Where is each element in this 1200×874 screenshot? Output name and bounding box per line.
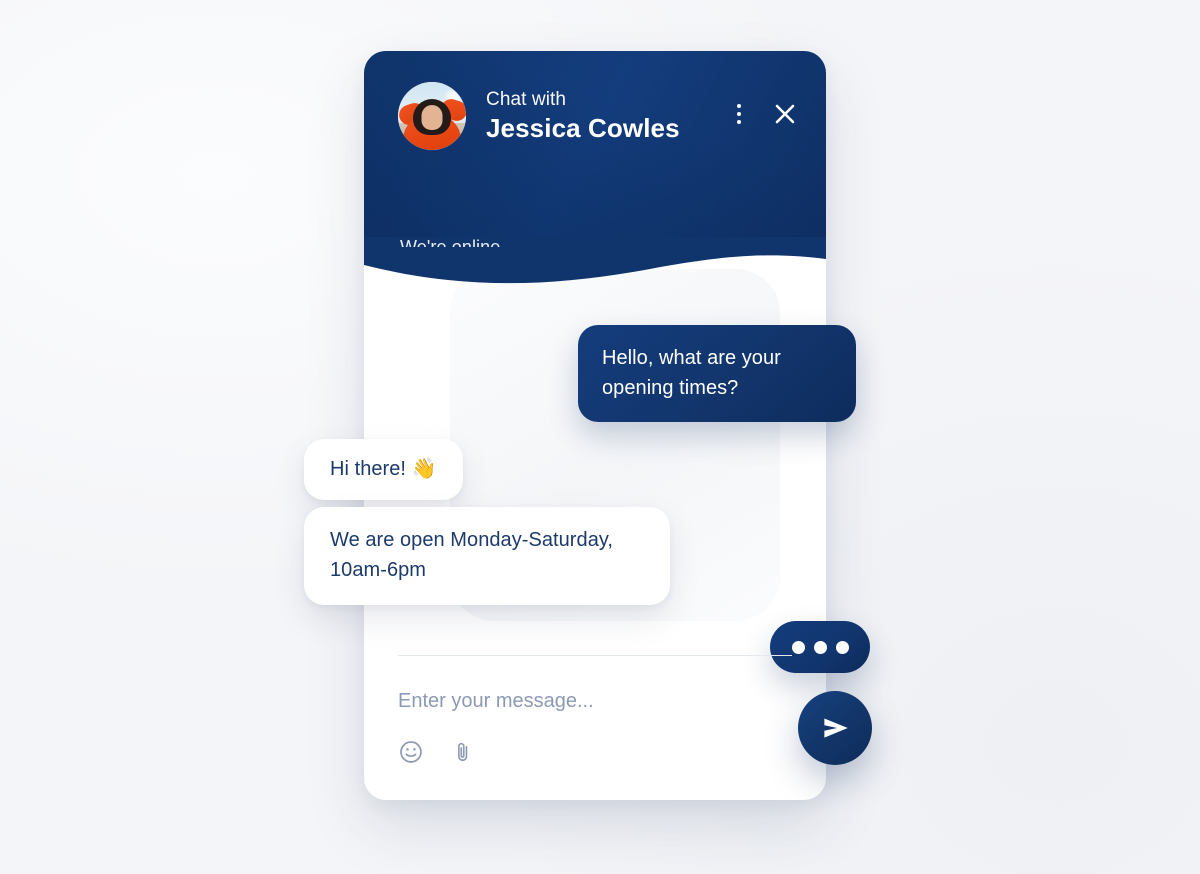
agent-name: Jessica Cowles (486, 113, 680, 143)
close-button[interactable] (770, 99, 800, 129)
message-text: Hi there! (330, 458, 412, 480)
menu-button[interactable] (735, 102, 744, 126)
avatar-face (421, 105, 443, 130)
chat-widget: Chat with Jessica Cowles We're online He… (304, 51, 872, 800)
send-button[interactable] (798, 691, 872, 765)
message-bubble-agent: We are open Monday-Saturday, 10am-6pm (304, 507, 670, 605)
header-row: Chat with Jessica Cowles (398, 82, 800, 150)
message-bubble-agent: Hi there! 👋 (304, 439, 463, 500)
message-list: Hello, what are your opening times? Hi t… (304, 247, 870, 691)
composer-divider (398, 655, 792, 656)
typing-dot (835, 640, 849, 654)
attachment-button[interactable] (450, 739, 476, 765)
close-icon (775, 104, 795, 124)
avatar (398, 82, 466, 150)
chat-with-label: Chat with (486, 89, 567, 110)
send-icon (824, 718, 848, 738)
message-composer (364, 651, 872, 800)
composer-tools (398, 739, 476, 765)
emoji-icon (400, 741, 422, 763)
status-badge: We're online (400, 237, 501, 247)
emoji-button[interactable] (398, 739, 424, 765)
header-titles: Chat with Jessica Cowles (486, 88, 680, 144)
header-actions (735, 99, 800, 133)
chat-header: Chat with Jessica Cowles We're online (364, 51, 826, 247)
paperclip-icon (458, 742, 468, 762)
message-input[interactable] (398, 687, 748, 715)
screen: Chat with Jessica Cowles We're online He… (0, 0, 1200, 874)
message-bubble-user: Hello, what are your opening times? (578, 325, 856, 422)
wave-hand-icon: 👋 (411, 458, 437, 480)
kebab-menu-icon (737, 104, 742, 124)
